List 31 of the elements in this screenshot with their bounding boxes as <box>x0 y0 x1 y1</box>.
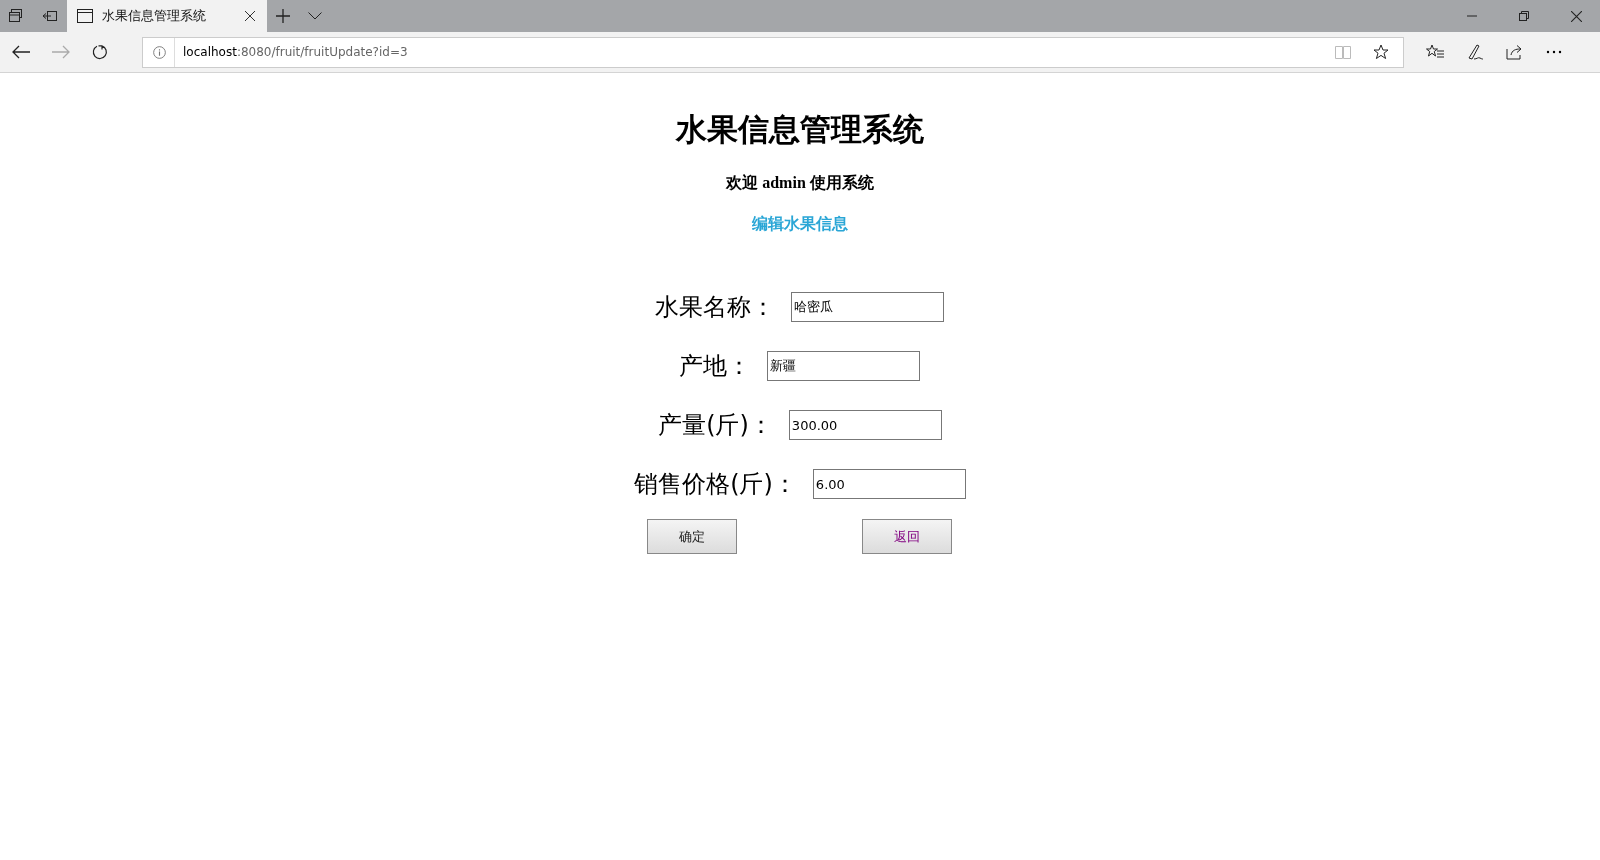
field-label: 销售价格(斤)： <box>634 469 797 500</box>
back-arrow-icon[interactable] <box>12 45 30 59</box>
pen-icon[interactable] <box>1466 43 1484 61</box>
input-field[interactable]: 哈密瓜 <box>791 292 945 322</box>
back-button[interactable]: 返回 <box>862 519 953 554</box>
new-tab-icon[interactable] <box>276 9 290 23</box>
restore-icon[interactable] <box>1519 11 1529 21</box>
field-label: 水果名称： <box>655 292 776 323</box>
page-icon <box>77 9 93 23</box>
confirm-button[interactable]: 确定 <box>647 519 738 554</box>
share-icon[interactable] <box>1506 44 1524 60</box>
tabs-icon[interactable] <box>8 8 24 24</box>
input-field[interactable]: 新疆 <box>767 351 921 381</box>
page-title: 水果信息管理系统 <box>676 110 924 149</box>
input-field[interactable]: 6.00 <box>812 469 966 499</box>
star-icon[interactable] <box>1373 44 1389 60</box>
info-icon[interactable] <box>153 45 166 59</box>
set-aside-tabs-icon[interactable] <box>42 8 58 24</box>
browser-tab[interactable]: 水果信息管理系统 <box>67 0 267 32</box>
close-tab-icon[interactable] <box>245 11 255 21</box>
more-icon[interactable] <box>1546 50 1562 54</box>
favorites-list-icon[interactable] <box>1426 44 1444 60</box>
field-label: 产量(斤)： <box>658 410 773 441</box>
close-icon[interactable] <box>1571 10 1582 22</box>
chevron-down-icon[interactable] <box>308 12 322 20</box>
address-bar[interactable]: localhost:8080/fruit/fruitUpdate?id=3 <box>142 36 1404 68</box>
url-text: localhost:8080/fruit/fruitUpdate?id=3 <box>183 45 408 59</box>
field-label: 产地： <box>679 351 752 382</box>
refresh-icon[interactable] <box>92 44 108 60</box>
input-field[interactable]: 300.00 <box>788 410 942 440</box>
welcome-text: 欢迎 admin 使用系统 <box>726 173 874 193</box>
